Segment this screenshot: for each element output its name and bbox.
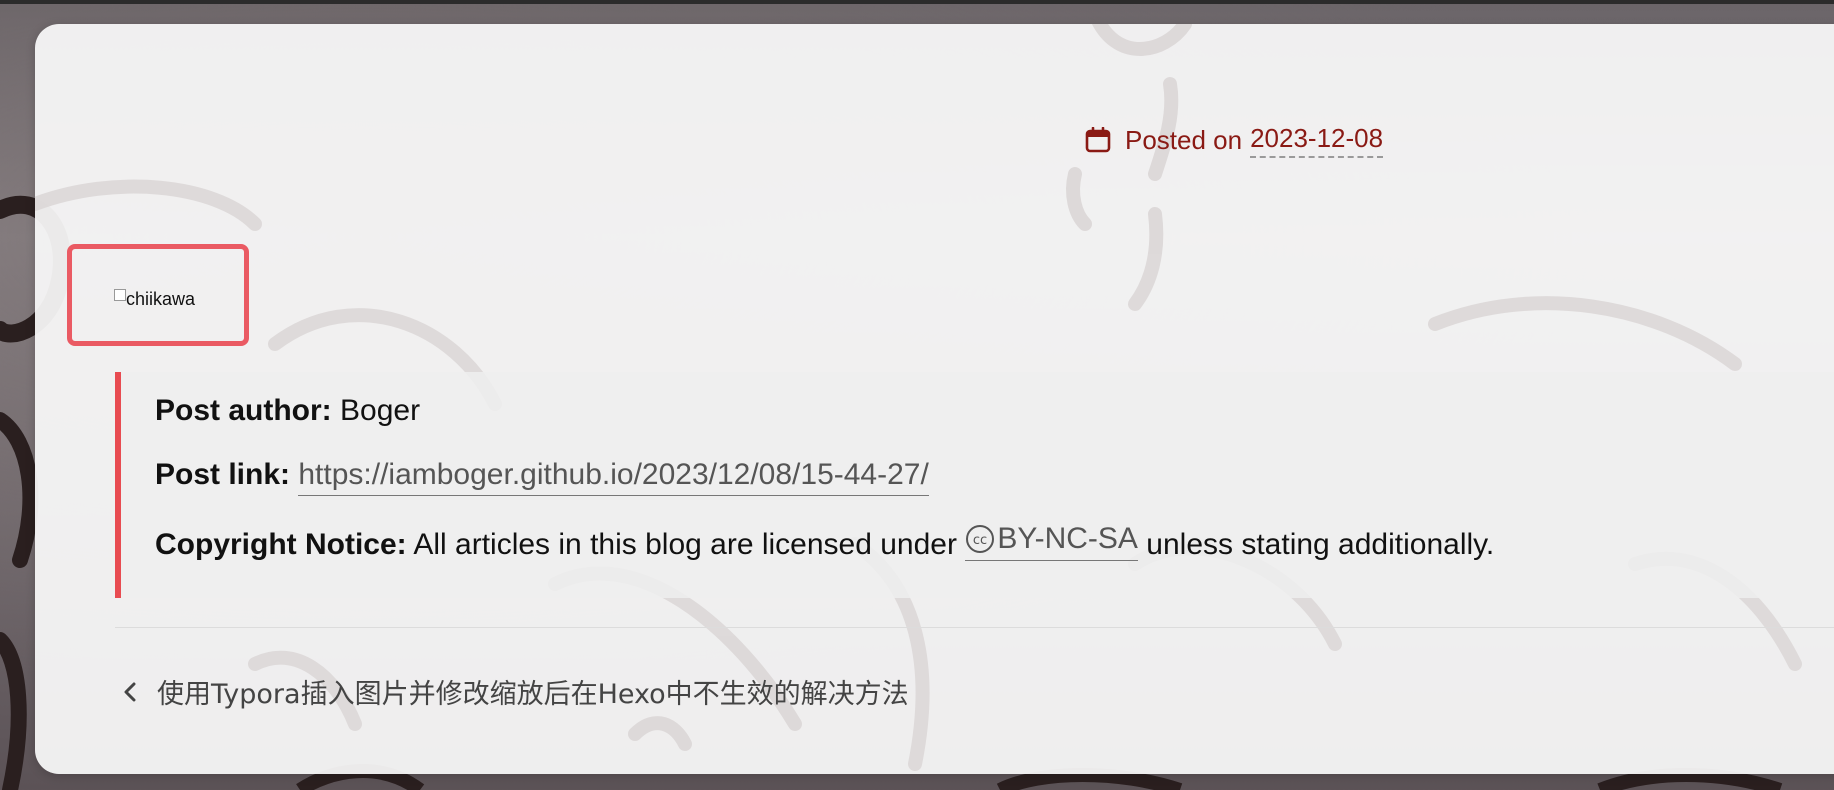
post-link-label: Post link: <box>155 458 291 491</box>
post-card: Posted on 2023-12-08 chiikawa Post autho… <box>35 24 1834 774</box>
posted-label: Posted on <box>1125 124 1243 155</box>
post-copyright-block: Post author: Boger Post link: https://ia… <box>115 372 1834 598</box>
broken-image: chiikawa <box>114 289 195 310</box>
posted-date-link[interactable]: 2023-12-08 <box>1250 123 1384 158</box>
image-alt-text: chiikawa <box>126 289 196 309</box>
license-label: BY-NC-SA <box>997 522 1138 555</box>
post-meta-date: Posted on 2023-12-08 <box>1085 120 1384 160</box>
prev-post-link[interactable]: 使用Typora插入图片并修改缩放后在Hexo中不生效的解决方法 <box>121 672 909 711</box>
chevron-left-icon <box>124 682 136 701</box>
post-link-row: Post link: https://iamboger.github.io/20… <box>155 458 929 496</box>
calendar-icon <box>1085 127 1111 153</box>
post-author-label: Post author: <box>155 394 332 427</box>
post-author-value: Boger <box>340 394 421 427</box>
window-top-bar <box>0 0 1834 4</box>
broken-image-icon <box>114 289 126 301</box>
prev-post-title: 使用Typora插入图片并修改缩放后在Hexo中不生效的解决方法 <box>157 679 909 710</box>
copyright-notice-suffix: unless stating additionally. <box>1146 528 1495 561</box>
post-link-url[interactable]: https://iamboger.github.io/2023/12/08/15… <box>298 458 929 496</box>
license-link[interactable]: cc BY-NC-SA <box>965 522 1138 561</box>
copyright-notice-text: All articles in this blog are licensed u… <box>413 528 957 561</box>
copyright-notice-row: Copyright Notice: All articles in this b… <box>155 522 1494 562</box>
post-author-row: Post author: Boger <box>155 394 420 428</box>
svg-text:cc: cc <box>973 533 987 548</box>
copyright-notice-label: Copyright Notice: <box>155 528 407 561</box>
creative-commons-icon: cc <box>966 525 995 553</box>
post-image-highlighted[interactable]: chiikawa <box>67 244 249 346</box>
post-footer-divider <box>115 627 1834 628</box>
